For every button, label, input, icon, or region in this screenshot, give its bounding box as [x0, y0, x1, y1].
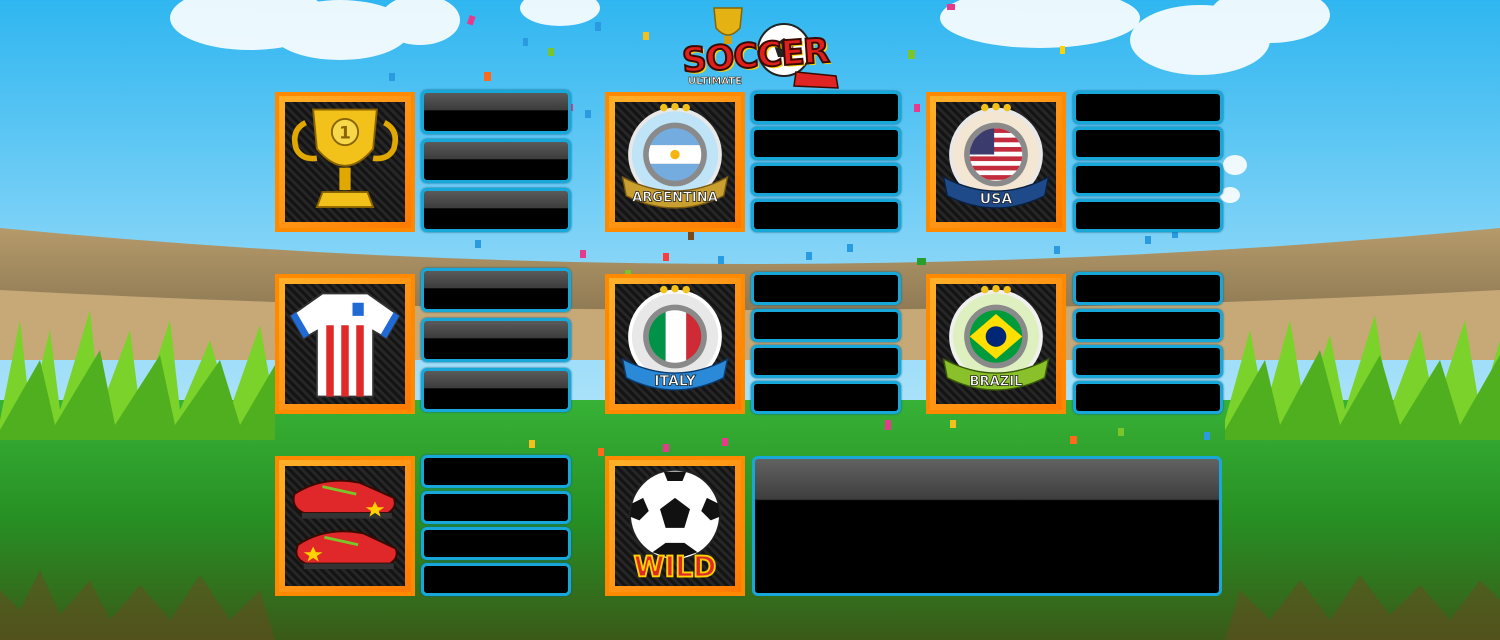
paytable-brazil-row-3	[1073, 345, 1223, 378]
paytable-jersey-row-3	[421, 368, 571, 412]
paytable-italy-row-1	[751, 272, 901, 305]
soccer-boots-icon	[292, 479, 398, 570]
paytable-italy-row-4	[751, 381, 901, 414]
paytable-boots-row-3	[421, 527, 571, 560]
badge-label-brazil: BRAZIL	[970, 374, 1023, 389]
paytable-jersey-row-1	[421, 268, 571, 312]
logo-subtitle: ULTIMATE	[688, 76, 743, 88]
paytable-boots-row-1	[421, 455, 571, 488]
symbol-tile-jersey	[275, 274, 415, 414]
wild-label: WILD	[634, 551, 717, 584]
symbol-tile-boots	[275, 456, 415, 596]
paytable-argentina-row-2	[751, 127, 901, 160]
paytable-trophy-row-3	[421, 188, 571, 232]
argentina-flag-badge-icon: ARGENTINA	[621, 102, 729, 209]
paytable-usa-row-3	[1073, 163, 1223, 196]
paytable-boots-row-2	[421, 491, 571, 524]
symbol-tile-wild: WILD	[605, 456, 745, 596]
trophy-icon: 1	[291, 108, 399, 208]
usa-flag-badge-icon: USA	[942, 102, 1050, 209]
paytable-wild-description	[752, 456, 1222, 596]
paytable-brazil-row-4	[1073, 381, 1223, 414]
game-logo: SOCCER ULTIMATE	[676, 2, 846, 94]
paytable-italy-row-2	[751, 309, 901, 342]
paytable-brazil-row-1	[1073, 272, 1223, 305]
badge-label-argentina: ARGENTINA	[632, 190, 719, 205]
symbol-tile-argentina: ARGENTINA	[605, 92, 745, 232]
jersey-icon	[289, 292, 401, 398]
paytable-usa-row-1	[1073, 91, 1223, 124]
soccer-ball-icon: WILD	[629, 468, 721, 585]
stadium-background	[0, 0, 1500, 640]
paytable-italy-row-3	[751, 345, 901, 378]
svg-text:1: 1	[339, 123, 351, 143]
paytable-brazil-row-2	[1073, 309, 1223, 342]
paytable-usa-row-4	[1073, 199, 1223, 232]
paytable-argentina-row-3	[751, 163, 901, 196]
paytable-argentina-row-4	[751, 199, 901, 232]
badge-label-italy: ITALY	[654, 373, 696, 389]
brazil-flag-badge-icon: BRAZIL	[942, 284, 1050, 391]
symbol-tile-usa: USA	[926, 92, 1066, 232]
paytable-trophy-row-1	[421, 90, 571, 134]
italy-flag-badge-icon: ITALY	[621, 284, 729, 391]
badge-label-usa: USA	[980, 191, 1013, 207]
symbol-tile-italy: ITALY	[605, 274, 745, 414]
symbol-tile-trophy: 1	[275, 92, 415, 232]
paytable-usa-row-2	[1073, 127, 1223, 160]
paytable-jersey-row-2	[421, 318, 571, 362]
symbol-tile-brazil: BRAZIL	[926, 274, 1066, 414]
paytable-argentina-row-1	[751, 91, 901, 124]
paytable-trophy-row-2	[421, 139, 571, 183]
paytable-boots-row-4	[421, 563, 571, 596]
